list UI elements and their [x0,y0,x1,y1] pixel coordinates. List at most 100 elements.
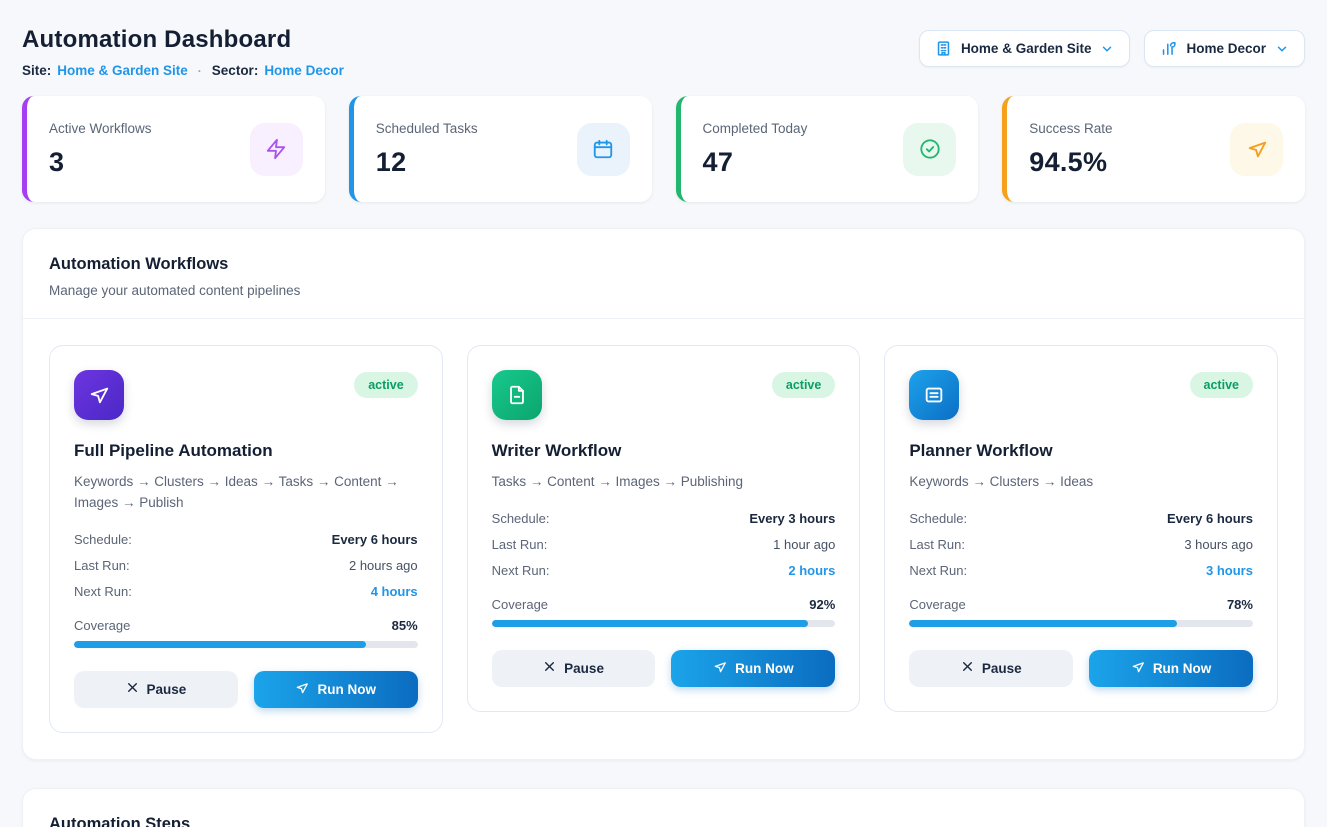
check-circle-icon [903,123,956,176]
next-run-value: 2 hours [788,563,835,578]
run-now-button-label: Run Now [317,682,376,697]
schedule-value: Every 6 hours [1167,511,1253,526]
next-run-value: 3 hours [1206,563,1253,578]
pause-button[interactable]: Pause [492,650,656,687]
workflow-card-top: active [492,370,836,420]
coverage-progress-fill [492,620,808,627]
sector-label: Sector: [212,63,259,78]
last-run-row: Last Run: 1 hour ago [492,537,836,552]
status-badge: active [1190,372,1253,398]
schedule-label: Schedule: [492,511,550,526]
coverage-value: 92% [809,597,835,612]
last-run-value: 3 hours ago [1184,537,1253,552]
workflows-section-header: Automation Workflows Manage your automat… [23,229,1304,319]
stat-value: 3 [49,147,152,178]
stat-card-success-rate: Success Rate 94.5% [1002,96,1305,202]
last-run-value: 1 hour ago [773,537,835,552]
coverage-row: Coverage 85% [74,618,418,633]
calendar-icon [577,123,630,176]
close-icon [126,681,139,697]
steps-section-header: Automation Steps Configure which steps a… [23,789,1304,827]
workflow-actions: Pause Run Now [492,650,836,687]
workflow-card-top: active [909,370,1253,420]
workflows-section-body: active Full Pipeline Automation Keywords… [23,319,1304,759]
stat-label: Completed Today [703,121,808,136]
last-run-label: Last Run: [492,537,548,552]
automation-dashboard-page: Automation Dashboard Site: Home & Garden… [0,0,1327,827]
schedule-value: Every 3 hours [749,511,835,526]
stat-label: Success Rate [1029,121,1112,136]
stat-info: Completed Today 47 [703,121,808,178]
stat-value: 94.5% [1029,147,1112,178]
last-run-label: Last Run: [909,537,965,552]
close-icon [543,660,556,676]
coverage-label: Coverage [492,597,548,612]
coverage-row: Coverage 78% [909,597,1253,612]
pause-button-label: Pause [147,682,187,697]
pause-button-label: Pause [982,661,1022,676]
document-icon [492,370,542,420]
sector-link[interactable]: Home Decor [264,63,344,78]
coverage-progress-bar [492,620,836,627]
stat-value: 12 [376,147,478,178]
steps-section-title: Automation Steps [49,815,1278,827]
coverage-row: Coverage 92% [492,597,836,612]
pause-button[interactable]: Pause [74,671,238,708]
next-run-row: Next Run: 4 hours [74,584,418,599]
workflow-card-full-pipeline: active Full Pipeline Automation Keywords… [49,345,443,733]
site-selector-dropdown[interactable]: Home & Garden Site [919,30,1131,67]
workflow-description: Keywords → Clusters → Ideas [909,472,1253,493]
schedule-label: Schedule: [909,511,967,526]
workflow-card-top: active [74,370,418,420]
status-badge: active [354,372,417,398]
workflow-description: Keywords → Clusters → Ideas → Tasks → Co… [74,472,418,514]
page-header: Automation Dashboard Site: Home & Garden… [22,22,1305,78]
workflow-card-writer: active Writer Workflow Tasks → Content →… [467,345,861,712]
site-selector-label: Home & Garden Site [961,41,1092,56]
stat-info: Scheduled Tasks 12 [376,121,478,178]
next-run-value: 4 hours [371,584,418,599]
schedule-value: Every 6 hours [332,532,418,547]
site-link[interactable]: Home & Garden Site [57,63,188,78]
schedule-label: Schedule: [74,532,132,547]
next-run-row: Next Run: 2 hours [492,563,836,578]
steps-section: Automation Steps Configure which steps a… [22,788,1305,827]
stat-card-completed-today: Completed Today 47 [676,96,979,202]
pause-button-label: Pause [564,661,604,676]
workflow-actions: Pause Run Now [74,671,418,708]
header-selectors: Home & Garden Site Home Decor [919,30,1305,67]
close-icon [961,660,974,676]
send-icon [74,370,124,420]
stat-label: Scheduled Tasks [376,121,478,136]
workflow-cards-grid: active Full Pipeline Automation Keywords… [49,345,1278,733]
chevron-down-icon [1275,42,1289,56]
send-icon [295,681,309,698]
schedule-row: Schedule: Every 3 hours [492,511,836,526]
last-run-value: 2 hours ago [349,558,418,573]
coverage-progress-fill [909,620,1177,627]
coverage-label: Coverage [74,618,130,633]
workflow-name: Full Pipeline Automation [74,441,418,461]
next-run-label: Next Run: [492,563,550,578]
sector-selector-label: Home Decor [1186,41,1266,56]
stat-value: 47 [703,147,808,178]
status-badge: active [772,372,835,398]
run-now-button[interactable]: Run Now [671,650,835,687]
run-now-button-label: Run Now [735,661,794,676]
breadcrumb: Site: Home & Garden Site · Sector: Home … [22,63,344,78]
workflow-name: Planner Workflow [909,441,1253,461]
last-run-row: Last Run: 2 hours ago [74,558,418,573]
sector-selector-dropdown[interactable]: Home Decor [1144,30,1305,67]
run-now-button[interactable]: Run Now [254,671,418,708]
coverage-value: 85% [392,618,418,633]
workflow-description: Tasks → Content → Images → Publishing [492,472,836,493]
workflow-card-planner: active Planner Workflow Keywords → Clust… [884,345,1278,712]
header-left: Automation Dashboard Site: Home & Garden… [22,22,344,78]
schedule-row: Schedule: Every 6 hours [909,511,1253,526]
stat-label: Active Workflows [49,121,152,136]
pause-button[interactable]: Pause [909,650,1073,687]
workflow-actions: Pause Run Now [909,650,1253,687]
coverage-progress-bar [909,620,1253,627]
schedule-row: Schedule: Every 6 hours [74,532,418,547]
run-now-button[interactable]: Run Now [1089,650,1253,687]
